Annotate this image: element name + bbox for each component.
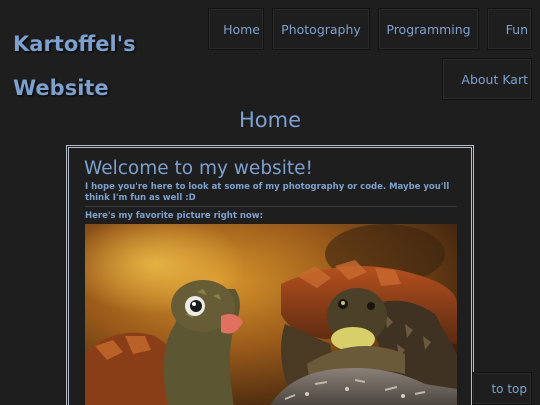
card-title: Welcome to my website! [84,158,313,179]
nav-about-button[interactable]: About Kart [442,58,532,100]
favorite-picture-label: Here's my favorite picture right now: [85,211,263,221]
favorite-photo [85,224,457,405]
welcome-card: Welcome to my website! I hope you're her… [66,145,474,405]
nav-photography-button[interactable]: Photography [272,8,370,50]
site-title[interactable]: Kartoffel's Website [13,22,163,110]
to-top-button[interactable]: to top [472,372,532,405]
page-heading: Home [238,108,301,132]
nav-fun-button[interactable]: Fun [487,8,532,50]
card-divider [85,206,457,207]
card-intro-text: I hope you're here to look at some of my… [85,182,450,203]
nav-programming-button[interactable]: Programming [378,8,479,50]
page: Kartoffel's Website Home Photography Pro… [0,0,540,405]
nav-home-button[interactable]: Home [208,8,264,50]
